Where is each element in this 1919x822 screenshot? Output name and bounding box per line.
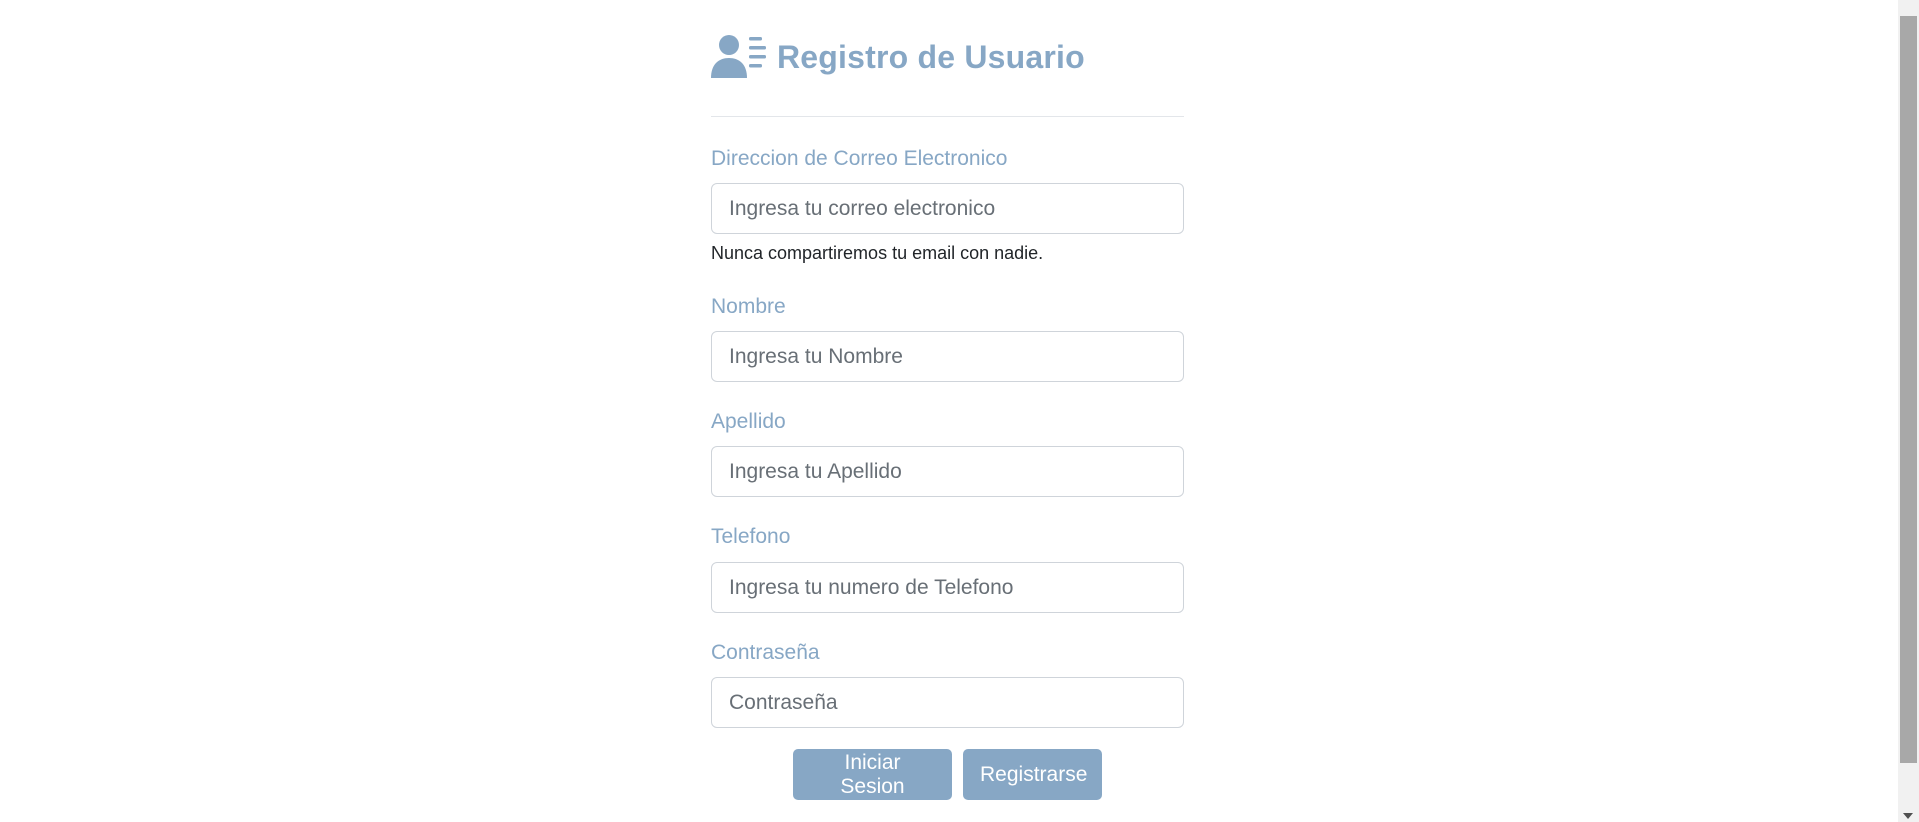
form-header: Registro de Usuario	[711, 29, 1184, 85]
phone-label: Telefono	[711, 525, 791, 548]
register-button[interactable]: Registrarse	[963, 749, 1102, 800]
scrollbar-thumb[interactable]	[1900, 16, 1917, 763]
header-divider	[711, 116, 1184, 117]
email-field[interactable]	[711, 183, 1184, 234]
last-name-label: Apellido	[711, 410, 786, 433]
password-field[interactable]	[711, 677, 1184, 728]
phone-field[interactable]	[711, 562, 1184, 613]
last-name-field[interactable]	[711, 446, 1184, 497]
first-name-field[interactable]	[711, 331, 1184, 382]
scroll-down-icon[interactable]	[1903, 813, 1913, 819]
email-label: Direccion de Correo Electronico	[711, 147, 1008, 170]
login-button[interactable]: Iniciar Sesion	[793, 749, 952, 800]
registration-form: Registro de Usuario Direccion de Correo …	[711, 0, 1184, 800]
page: Registro de Usuario Direccion de Correo …	[0, 0, 1919, 822]
user-list-icon	[711, 34, 767, 80]
page-title: Registro de Usuario	[777, 39, 1085, 75]
password-label: Contraseña	[711, 641, 820, 664]
vertical-scrollbar[interactable]	[1898, 0, 1919, 822]
form-actions: Iniciar Sesion Registrarse	[793, 749, 1102, 800]
email-help-text: Nunca compartiremos tu email con nadie.	[711, 243, 1044, 263]
first-name-label: Nombre	[711, 295, 786, 318]
